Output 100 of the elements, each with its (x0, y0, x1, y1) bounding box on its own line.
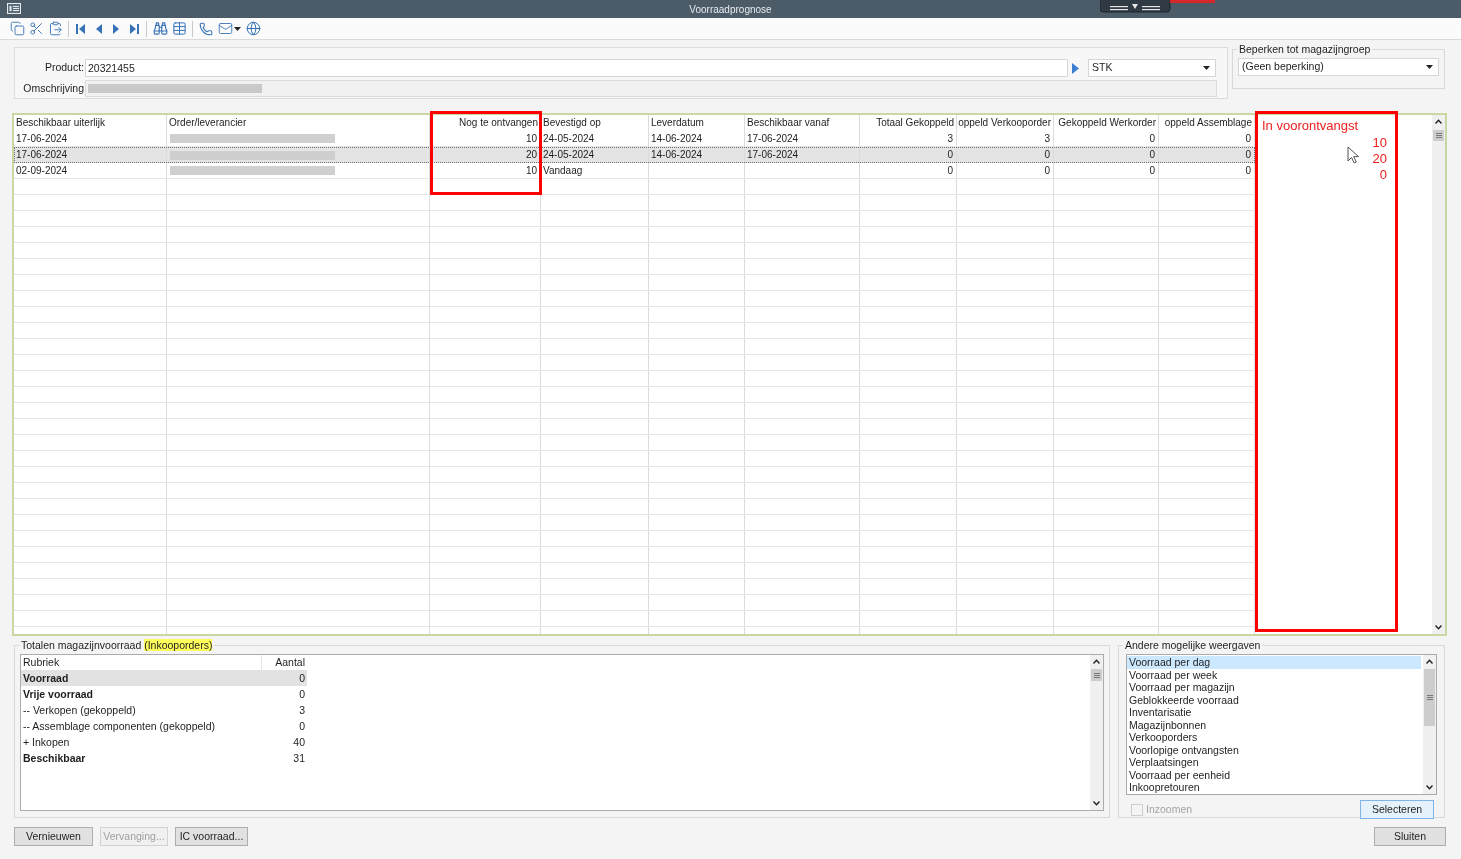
table-cell: 14-06-2024 (649, 147, 745, 163)
mouse-cursor-icon (1347, 146, 1359, 164)
copy-icon[interactable] (10, 21, 25, 36)
chevron-down-icon[interactable] (1093, 801, 1100, 806)
scrollbar-thumb[interactable] (1424, 669, 1435, 726)
caret-icon[interactable] (234, 26, 241, 31)
column-header[interactable]: Beschikbaar vanaf (745, 115, 860, 131)
list-item[interactable]: Verkooporders (1127, 731, 1421, 744)
product-label: Product: (43, 60, 85, 76)
list-item[interactable]: Verplaatsingen (1127, 756, 1421, 769)
column-header[interactable]: Order/leverancier (167, 115, 430, 131)
list-item[interactable]: Inkoopretouren (1127, 781, 1421, 794)
chevron-up-icon[interactable] (1093, 659, 1100, 664)
list-row[interactable]: -- Assemblage componenten (gekoppeld) 0 (21, 718, 307, 734)
close-button[interactable]: Sluiten (1374, 827, 1446, 846)
table-cell: 3 (957, 131, 1054, 146)
list-item[interactable]: Voorlopige ontvangsten (1127, 743, 1421, 756)
first-icon[interactable] (76, 23, 85, 34)
table-cell: 17-06-2024 (745, 147, 860, 163)
window-title: Voorraadprognose (689, 2, 772, 17)
column-header[interactable]: Nog te ontvangen (430, 115, 541, 131)
unit-dropdown[interactable]: STK (1088, 59, 1216, 77)
description-field[interactable] (85, 80, 1217, 97)
mail-icon[interactable] (218, 21, 233, 36)
row-label: -- Verkopen (gekoppeld) (22, 703, 137, 718)
column-header[interactable]: oppeld Assemblage (1159, 115, 1255, 131)
row-value: 31 (292, 751, 306, 766)
table-cell: 0 (957, 163, 1054, 178)
binoculars-icon[interactable] (153, 21, 168, 36)
column-header[interactable]: Bevestigd op (541, 115, 649, 131)
arrow-right-icon[interactable] (1072, 62, 1079, 74)
previous-icon[interactable] (94, 23, 103, 34)
group-title: Beperken tot magazijngroep (1238, 43, 1372, 56)
column-header[interactable]: Beschikbaar uiterlijk (14, 115, 167, 131)
table-row[interactable]: 17-06-2024 20 24-05-2024 14-06-2024 17-06-2024 0 0 0 0 (14, 147, 1255, 163)
phone-icon[interactable] (199, 21, 213, 36)
table-icon[interactable] (172, 21, 187, 36)
action-button[interactable]: Vernieuwen (14, 827, 93, 846)
group-title: Totalen magazijnvoorraad (Inkooporders) (20, 639, 214, 652)
scrollbar-track[interactable] (1090, 655, 1103, 810)
caret-icon[interactable] (1203, 66, 1210, 70)
last-icon[interactable] (130, 23, 139, 34)
warehouse-group-dropdown[interactable]: (Geen beperking) (1238, 58, 1439, 76)
table-cell: 10 (430, 163, 541, 178)
paste-icon[interactable] (48, 21, 63, 36)
column-header[interactable]: oppeld Verkooporder (957, 115, 1054, 131)
column-header[interactable]: Totaal Gekoppeld (860, 115, 957, 131)
annotation-title: In voorontvangst (1261, 117, 1360, 133)
table-cell: 24-05-2024 (541, 147, 649, 163)
column-header[interactable]: Rubriek (21, 655, 261, 670)
list-item[interactable]: Voorraad per magazijn (1127, 681, 1421, 694)
scrollbar-thumb[interactable] (1433, 130, 1444, 141)
row-value: 0 (298, 719, 306, 734)
list-row[interactable]: Voorraad 0 (21, 670, 307, 686)
checkbox-label: Inzoomen (1146, 801, 1193, 817)
app-icon (7, 3, 21, 14)
list-item[interactable]: Magazijnbonnen (1127, 718, 1421, 731)
table-row[interactable]: 02-09-2024 10 Vandaag 0 0 0 0 (14, 163, 1255, 179)
table-cell: 17-06-2024 (14, 147, 167, 163)
row-value: 3 (298, 703, 306, 718)
list-item[interactable]: Voorraad per dag (1127, 656, 1421, 669)
overlay-handle-icon[interactable] (1100, 0, 1215, 13)
list-item[interactable]: Geblokkeerde voorraad (1127, 693, 1421, 706)
list-item[interactable]: Inventarisatie (1127, 706, 1421, 719)
table-cell: 14-06-2024 (649, 131, 745, 146)
caret-icon[interactable] (1426, 65, 1433, 69)
table-cell: 0 (1054, 163, 1159, 178)
cut-icon[interactable] (29, 21, 44, 36)
chevron-down-icon[interactable] (1426, 785, 1433, 790)
table-cell: 0 (1054, 147, 1159, 163)
table-cell: 0 (860, 147, 957, 163)
list-row[interactable]: Beschikbaar 31 (21, 750, 307, 766)
scrollbar-track[interactable] (1432, 115, 1445, 634)
product-field[interactable]: 20321455 (85, 59, 1068, 77)
table-cell: 3 (860, 131, 957, 146)
annotation-value: 10 (1372, 135, 1387, 151)
select-button[interactable]: Selecteren (1360, 800, 1434, 819)
column-header[interactable]: Leverdatum (649, 115, 745, 131)
row-label: Vrije voorraad (22, 687, 95, 702)
list-item[interactable]: Voorraad per eenheid (1127, 768, 1421, 781)
scrollbar-track[interactable] (1423, 655, 1436, 794)
list-row[interactable]: + Inkopen 40 (21, 734, 307, 750)
action-button[interactable]: IC voorraad... (175, 827, 248, 846)
table-cell: 24-05-2024 (541, 131, 649, 146)
scrollbar-thumb[interactable] (1091, 669, 1102, 681)
column-header[interactable]: Gekoppeld Werkorder (1054, 115, 1159, 131)
chevron-down-icon[interactable] (1435, 625, 1442, 630)
list-item[interactable]: Voorraad per week (1127, 668, 1421, 681)
table-cell: 0 (1159, 131, 1255, 146)
list-row[interactable]: Vrije voorraad 0 (21, 686, 307, 702)
chevron-up-icon[interactable] (1426, 659, 1433, 664)
globe-icon[interactable] (246, 21, 261, 36)
row-value: 0 (298, 671, 306, 686)
next-icon[interactable] (112, 23, 121, 34)
group-title: Andere mogelijke weergaven (1124, 639, 1262, 652)
list-row[interactable]: -- Verkopen (gekoppeld) 3 (21, 702, 307, 718)
table-cell: 0 (860, 163, 957, 178)
chevron-up-icon[interactable] (1435, 119, 1442, 124)
table-cell: Vandaag (541, 163, 649, 178)
annotation-value: 0 (1379, 167, 1387, 183)
